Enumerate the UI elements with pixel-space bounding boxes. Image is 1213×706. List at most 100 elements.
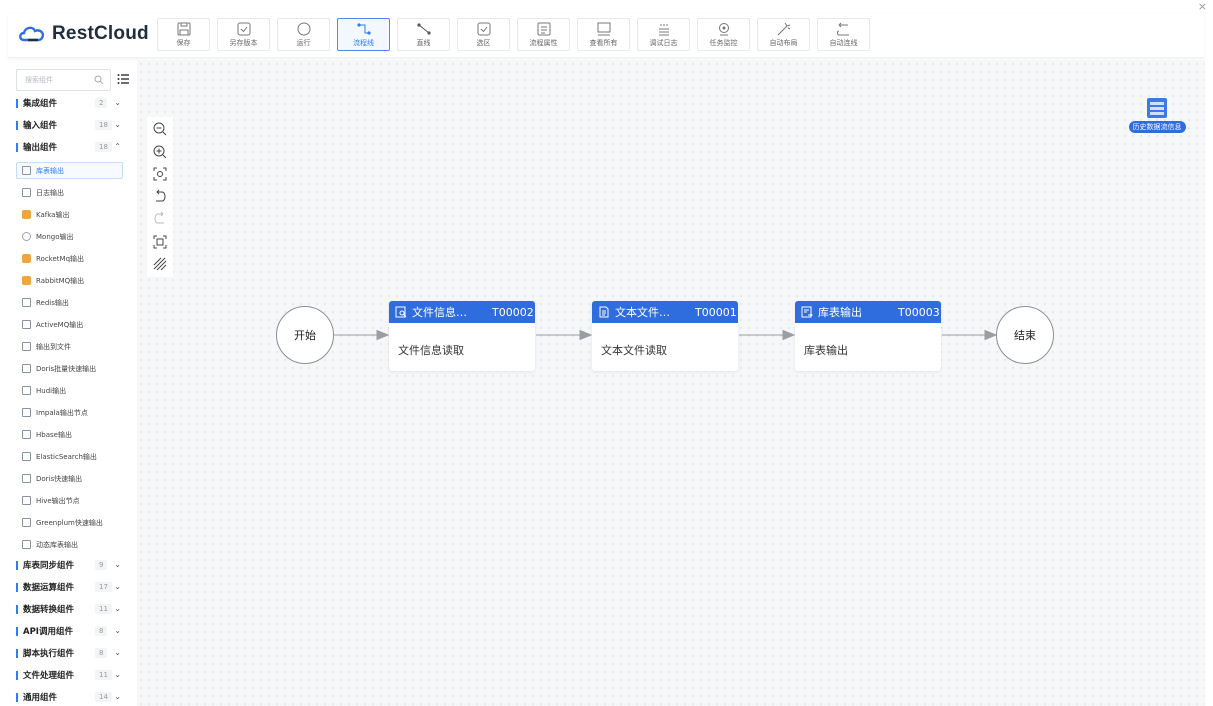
flow-node-body: 库表输出 bbox=[804, 344, 848, 357]
grid-toggle-icon-glyph bbox=[153, 257, 167, 271]
chevron-down-icon[interactable]: ⌄ bbox=[114, 692, 121, 701]
component-item[interactable]: Hbase输出 bbox=[16, 426, 123, 443]
chevron-down-icon[interactable]: ⌄ bbox=[114, 582, 121, 591]
toolbar-button-select-area[interactable]: 选区 bbox=[457, 18, 510, 51]
sidebar-group[interactable]: 集成组件 2 ⌄ bbox=[16, 95, 131, 111]
component-item[interactable]: Kafka输出 bbox=[16, 206, 123, 223]
toolbar-button-label: 自动连线 bbox=[829, 38, 858, 47]
sidebar-group[interactable]: 库表同步组件 9 ⌄ bbox=[16, 557, 131, 573]
fit-view-icon[interactable] bbox=[152, 166, 168, 182]
end-node[interactable]: 结束 bbox=[996, 306, 1054, 364]
component-item[interactable]: 动态库表输出 bbox=[16, 536, 123, 553]
component-file-icon bbox=[22, 342, 31, 351]
component-label: Impala输出节点 bbox=[36, 408, 88, 417]
toolbar-button-run[interactable]: 运行 bbox=[277, 18, 330, 51]
toolbar-button-view-all[interactable]: 查看所有 bbox=[577, 18, 630, 51]
save-version-icon bbox=[237, 22, 250, 35]
component-file-icon bbox=[22, 408, 31, 417]
component-item[interactable]: Greenplum快速输出 bbox=[16, 514, 123, 531]
component-item[interactable]: Hudi输出 bbox=[16, 382, 123, 399]
sidebar-group[interactable]: 数据运算组件 17 ⌄ bbox=[16, 579, 131, 595]
group-count-badge: 11 bbox=[95, 670, 112, 680]
toolbar-button-auto-layout[interactable]: 自动布局 bbox=[757, 18, 810, 51]
flow-node-1[interactable]: 文件信息… T00002 文件信息读取 bbox=[389, 301, 535, 371]
flow-properties-icon bbox=[537, 22, 550, 35]
toolbar-button-flow-line[interactable]: 流程线 bbox=[337, 18, 390, 51]
component-label: Greenplum快速输出 bbox=[36, 518, 103, 527]
chevron-down-icon[interactable]: ⌄ bbox=[114, 604, 121, 613]
toolbar-button-label: 运行 bbox=[296, 38, 311, 47]
flow-canvas[interactable] bbox=[137, 60, 1205, 706]
component-item[interactable]: Impala输出节点 bbox=[16, 404, 123, 421]
toolbar-button-auto-connect[interactable]: 自动连线 bbox=[817, 18, 870, 51]
select-area-icon bbox=[477, 22, 490, 35]
toolbar-button-flow-properties[interactable]: 流程属性 bbox=[517, 18, 570, 51]
redo-icon[interactable] bbox=[152, 211, 168, 227]
toolbar-button-label: 调试日志 bbox=[649, 38, 678, 47]
start-node[interactable]: 开始 bbox=[276, 306, 334, 364]
group-count-badge: 8 bbox=[95, 626, 108, 636]
chevron-down-icon[interactable]: ⌄ bbox=[114, 626, 121, 635]
grid-toggle-icon[interactable] bbox=[152, 256, 168, 272]
group-marker bbox=[16, 648, 18, 658]
toolbar-button-straight-line[interactable]: 直线 bbox=[397, 18, 450, 51]
canvas-tools bbox=[147, 117, 173, 277]
redo-icon-glyph bbox=[154, 211, 164, 224]
flow-node-3[interactable]: 库表输出 T00003 库表输出 bbox=[795, 301, 941, 371]
window-close-icon[interactable]: × bbox=[1198, 0, 1207, 13]
toolbar-button-debug-log[interactable]: 调试日志 bbox=[637, 18, 690, 51]
chevron-down-icon[interactable]: ⌄ bbox=[114, 670, 121, 679]
group-marker bbox=[16, 98, 18, 108]
component-item[interactable]: Mongo输出 bbox=[16, 228, 123, 245]
toolbar-button-label: 自动布局 bbox=[769, 38, 798, 47]
focus-icon[interactable] bbox=[152, 234, 168, 250]
zoom-out-icon[interactable] bbox=[152, 121, 168, 137]
history-dataflow-button[interactable]: 历史数据流信息 bbox=[1124, 97, 1190, 137]
flow-node-header: 库表输出 T00003 bbox=[795, 301, 941, 323]
chevron-down-icon[interactable]: ⌄ bbox=[114, 98, 121, 107]
search-icon[interactable] bbox=[94, 75, 104, 85]
sidebar-group[interactable]: 通用组件 14 ⌄ bbox=[16, 689, 131, 705]
zoom-in-icon[interactable] bbox=[152, 144, 168, 160]
sidebar-group[interactable]: 脚本执行组件 8 ⌄ bbox=[16, 645, 131, 661]
component-db-icon bbox=[22, 298, 31, 307]
focus-icon-glyph bbox=[153, 235, 167, 248]
component-item[interactable]: 输出到文件 bbox=[16, 338, 123, 355]
component-item[interactable]: RabbitMQ输出 bbox=[16, 272, 123, 289]
component-item[interactable]: 日志输出 bbox=[16, 184, 123, 201]
flow-node-code: T00003 bbox=[898, 305, 940, 319]
sidebar-group[interactable]: 输出组件 18 ⌃ bbox=[16, 139, 131, 155]
sidebar-group[interactable]: 数据转换组件 11 ⌄ bbox=[16, 601, 131, 617]
chevron-down-icon[interactable]: ⌄ bbox=[114, 120, 121, 129]
sidebar-group[interactable]: 输入组件 18 ⌄ bbox=[16, 117, 131, 133]
chevron-down-icon[interactable]: ⌄ bbox=[114, 648, 121, 657]
flow-node-2[interactable]: 文本文件… T00001 文本文件读取 bbox=[592, 301, 738, 371]
group-label: 通用组件 bbox=[23, 693, 58, 703]
component-box-icon bbox=[22, 320, 31, 329]
fit-view-icon-glyph bbox=[153, 167, 167, 181]
component-search-input[interactable]: 搜索组件 bbox=[16, 69, 111, 91]
group-count-badge: 11 bbox=[95, 604, 112, 614]
chevron-up-icon[interactable]: ⌃ bbox=[114, 142, 121, 151]
component-item[interactable]: Doris快速输出 bbox=[16, 470, 123, 487]
component-item[interactable]: ActiveMQ输出 bbox=[16, 316, 123, 333]
sidebar-group[interactable]: API调用组件 8 ⌄ bbox=[16, 623, 131, 639]
sidebar-group[interactable]: 文件处理组件 11 ⌄ bbox=[16, 667, 131, 683]
component-item[interactable]: Hive输出节点 bbox=[16, 492, 123, 509]
component-item[interactable]: ElasticSearch输出 bbox=[16, 448, 123, 465]
list-view-icon[interactable] bbox=[117, 73, 129, 85]
flow-node-header: 文件信息… T00002 bbox=[389, 301, 535, 323]
chevron-down-icon[interactable]: ⌄ bbox=[114, 560, 121, 569]
toolbar-button-save[interactable]: 保存 bbox=[157, 18, 210, 51]
toolbar-button-task-monitor[interactable]: 任务监控 bbox=[697, 18, 750, 51]
component-item[interactable]: RocketMq输出 bbox=[16, 250, 123, 267]
undo-icon[interactable] bbox=[152, 189, 168, 205]
toolbar-button-save-version[interactable]: 另存版本 bbox=[217, 18, 270, 51]
component-round-icon bbox=[22, 232, 31, 241]
component-label: RocketMq输出 bbox=[36, 254, 85, 263]
toolbar-button-label: 直线 bbox=[416, 38, 431, 47]
component-item[interactable]: Doris批量快速输出 bbox=[16, 360, 123, 377]
component-item[interactable]: 库表输出 bbox=[16, 162, 123, 179]
component-table-icon bbox=[22, 166, 31, 175]
component-item[interactable]: Redis输出 bbox=[16, 294, 123, 311]
